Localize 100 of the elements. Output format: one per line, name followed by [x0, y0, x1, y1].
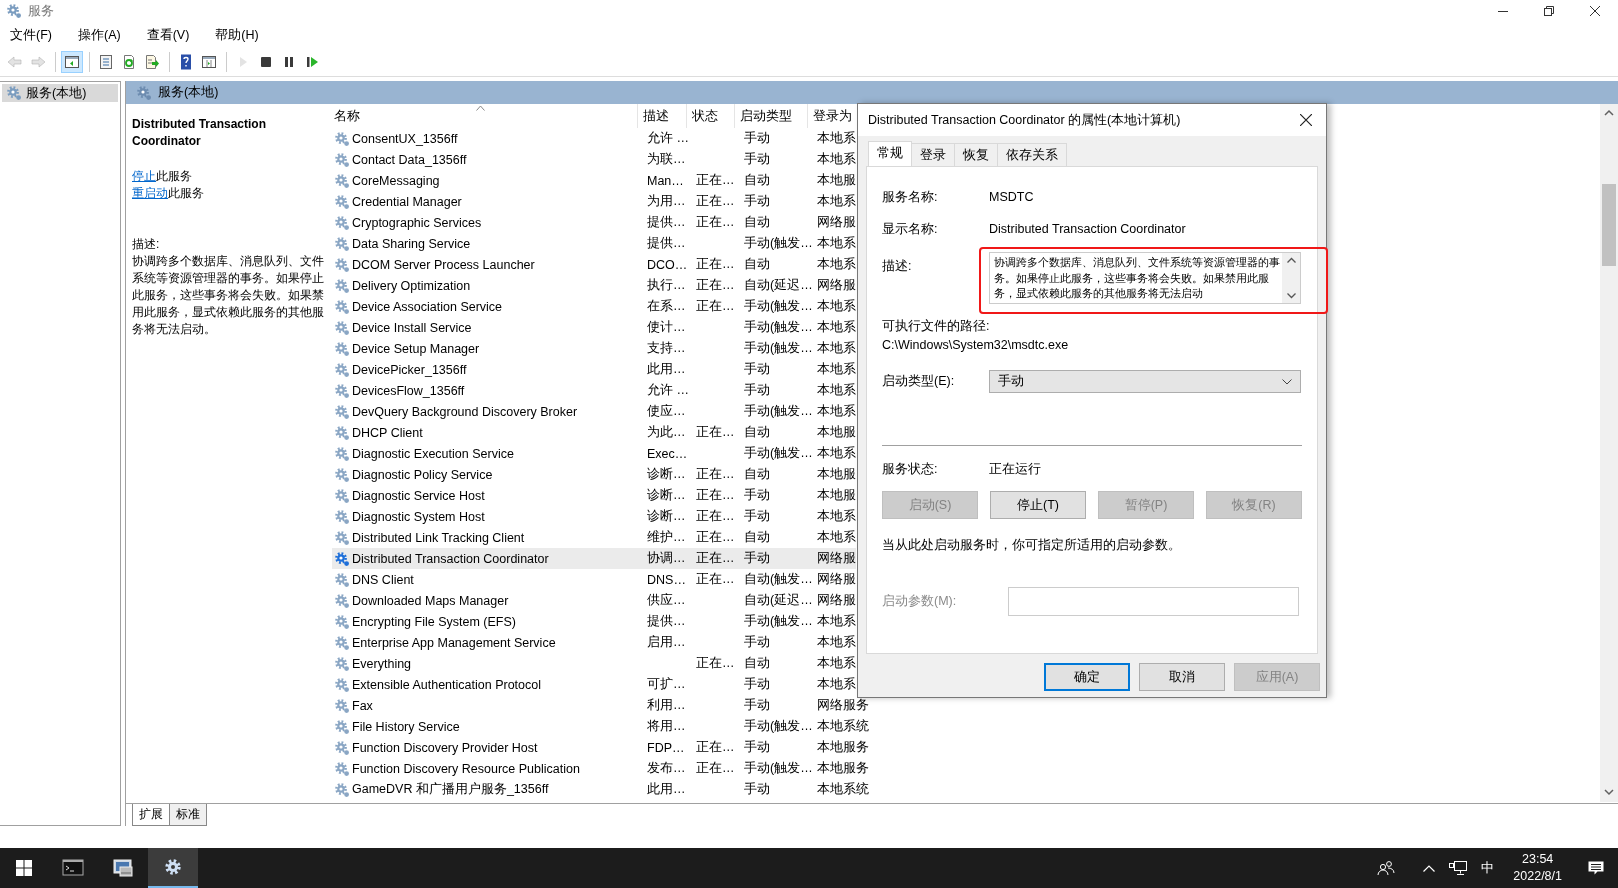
table-cell: 正在… — [696, 257, 735, 271]
table-row[interactable]: DCOM Server Process Launcher DCO… 正在… 自动 本地系 — [332, 254, 856, 275]
startup-type-dropdown[interactable]: 手动 — [989, 370, 1301, 393]
dialog-button[interactable]: 取消 — [1139, 663, 1225, 691]
table-row[interactable]: Encrypting File System (EFS) 提供… 手动(触发… 本地系 — [332, 611, 856, 632]
menu-item[interactable]: 查看(V) — [140, 24, 196, 46]
table-cell: 自动 — [744, 215, 770, 229]
column-header[interactable]: 启动类型 — [735, 104, 808, 128]
stop-icon — [258, 54, 274, 70]
table-row[interactable]: Device Association Service 在系… 正在… 手动(触发… 本地系 — [332, 296, 856, 317]
table-cell: 本地服务 — [817, 761, 869, 775]
table-row[interactable]: DevicePicker_1356ff 此用… 手动 本地系 — [332, 359, 856, 380]
table-row[interactable]: Distributed Transaction Coordinator 协调… 正在… 手动 网络服 — [332, 548, 856, 569]
clock[interactable]: 23:54 2022/8/1 — [1501, 851, 1574, 885]
column-header[interactable]: 状态 — [687, 104, 735, 128]
table-row[interactable]: Function Discovery Resource Publication 发布… 正在… 手动(触发… 本地服务 — [332, 758, 869, 779]
gear-icon — [6, 3, 22, 19]
field-label: 启动类型(E): — [882, 373, 956, 390]
table-row[interactable]: Delivery Optimization 执行… 正在… 自动(延迟… 网络服 — [332, 275, 856, 296]
menu-item[interactable]: 操作(A) — [71, 24, 127, 46]
action-link[interactable]: 停止 — [132, 169, 156, 183]
table-row[interactable]: DHCP Client 为此… 正在… 自动 本地服 — [332, 422, 856, 443]
table-row[interactable]: DevicesFlow_1356ff 允许 … 手动 本地系 — [332, 380, 856, 401]
description-text: 协调跨多个数据库、消息队列、文件系统等资源管理器的事务。如果停止此服务，这些事务将会失败。如果禁用此服务，显式依赖此服务的其他服务将无法启动。 — [132, 253, 325, 338]
table-cell: 自动 — [744, 425, 770, 439]
table-row[interactable]: File History Service 将用… 手动(触发… 本地系统 — [332, 716, 869, 737]
table-cell: 允许 … — [647, 131, 689, 145]
chevron-down-icon — [1282, 378, 1292, 385]
back-arrow-icon — [7, 54, 23, 70]
gear-icon — [334, 277, 350, 294]
description-box[interactable]: 协调跨多个数据库、消息队列、文件系统等资源管理器的事务。如果停止此服务，这些事务将会失败。如果禁用此服务，显式依赖此服务的其他服务将无法启动 — [989, 252, 1301, 304]
action-link[interactable]: 重启动 — [132, 186, 168, 200]
gear-icon — [334, 592, 350, 609]
table-cell: 本地服 — [817, 488, 856, 502]
parameters-field[interactable] — [1008, 587, 1299, 616]
table-row[interactable]: Cryptographic Services 提供… 正在… 自动 网络服 — [332, 212, 856, 233]
table-row[interactable]: Distributed Link Tracking Client 维护… 正在… 自动 本地系 — [332, 527, 856, 548]
table-row[interactable]: Contact Data_1356ff 为联… 手动 本地系 — [332, 149, 856, 170]
service-button[interactable]: 停止(T) — [990, 491, 1086, 519]
dialog-tab[interactable]: 依存关系 — [997, 143, 1067, 166]
table-row[interactable]: GameDVR 和广播用户服务_1356ff 此用… 手动 本地系统 — [332, 779, 869, 800]
table-cell: 诊断… — [647, 488, 686, 502]
table-row[interactable]: Everything 正在… 自动 本地系 — [332, 653, 856, 674]
table-row[interactable]: ConsentUX_1356ff 允许 … 手动 本地系 — [332, 128, 856, 149]
menu-item[interactable]: 帮助(H) — [209, 24, 265, 46]
close-icon — [1300, 114, 1312, 126]
table-row[interactable]: Diagnostic Service Host 诊断… 正在… 手动 本地服 — [332, 485, 856, 506]
table-row[interactable]: Diagnostic Policy Service 诊断… 正在… 自动 本地服 — [332, 464, 856, 485]
view-tab[interactable]: 标准 — [169, 804, 207, 826]
table-cell: 本地系 — [817, 446, 856, 460]
table-row[interactable]: Downloaded Maps Manager 供应… 自动(延迟… 网络服 — [332, 590, 856, 611]
view-tab[interactable]: 扩展 — [132, 804, 170, 826]
table-cell: 正在… — [696, 278, 735, 292]
table-cell: Distributed Transaction Coordinator — [352, 551, 549, 566]
table-cell: 启用… — [647, 635, 686, 649]
table-cell: 正在… — [696, 194, 735, 208]
table-cell: 手动(触发… — [744, 614, 813, 628]
table-cell: 本地系 — [817, 635, 856, 649]
column-header[interactable]: 登录为 — [808, 104, 852, 128]
table-cell: 自动 — [744, 173, 770, 187]
table-row[interactable]: Diagnostic System Host 诊断… 正在… 手动 本地系 — [332, 506, 856, 527]
table-cell: 此用… — [647, 782, 686, 796]
gear-icon — [334, 151, 350, 168]
table-cell: 手动(触发… — [744, 341, 813, 355]
column-header[interactable]: 名称 — [330, 104, 638, 128]
taskbar-app[interactable] — [148, 848, 198, 888]
dialog-button[interactable]: 确定 — [1044, 663, 1130, 691]
table-row[interactable]: Data Sharing Service 提供… 手动(触发… 本地系 — [332, 233, 856, 254]
menu-item[interactable]: 文件(F) — [4, 24, 58, 46]
table-row[interactable]: DevQuery Background Discovery Broker 使应… 手动(触发… 本地系 — [332, 401, 856, 422]
table-cell: 自动(延迟… — [744, 278, 813, 292]
table-row[interactable]: Device Setup Manager 支持… 手动(触发… 本地系 — [332, 338, 856, 359]
scroll-down-icon[interactable] — [1286, 293, 1296, 299]
table-row[interactable]: Function Discovery Provider Host FDP… 正在… 手动 本地服务 — [332, 737, 869, 758]
table-row[interactable]: Credential Manager 为用… 正在… 手动 本地系 — [332, 191, 856, 212]
scroll-up-icon[interactable] — [1286, 257, 1296, 263]
console-tree-button[interactable] — [61, 51, 83, 73]
table-row[interactable]: Fax 利用… 手动 网络服务 — [332, 695, 869, 716]
table-cell: 手动(触发… — [744, 404, 813, 418]
table-row[interactable]: DNS Client DNS… 正在… 自动(触发… 网络服 — [332, 569, 856, 590]
table-row[interactable]: Diagnostic Execution Service Exec… 手动(触发… 本地系 — [332, 443, 856, 464]
table-cell: GameDVR 和广播用户服务_1356ff — [352, 781, 549, 798]
minimize-icon — [1498, 10, 1508, 12]
table-cell: 正在… — [696, 656, 735, 670]
input-method-indicator[interactable]: 中 — [1474, 848, 1502, 888]
tree-item[interactable]: 服务(本地) — [2, 84, 118, 102]
table-cell: 允许 … — [647, 383, 689, 397]
table-cell: 诊断… — [647, 509, 686, 523]
dialog-tab[interactable]: 常规 — [868, 141, 912, 167]
table-cell: 手动(触发… — [744, 320, 813, 334]
table-row[interactable]: Enterprise App Management Service 启用… 手动 本地系 — [332, 632, 856, 653]
gear-icon — [334, 340, 350, 357]
table-row[interactable]: Device Install Service 使计… 手动(触发… 本地系 — [332, 317, 856, 338]
gear-icon — [136, 84, 152, 101]
column-header[interactable]: 描述 — [638, 104, 687, 128]
table-cell: 本地系 — [817, 404, 856, 418]
table-cell: DCOM Server Process Launcher — [352, 257, 535, 272]
table-row[interactable]: Extensible Authentication Protocol 可扩… 手动 本地系 — [332, 674, 856, 695]
table-cell: 使计… — [647, 320, 686, 334]
table-row[interactable]: CoreMessaging Man… 正在… 自动 本地服 — [332, 170, 856, 191]
